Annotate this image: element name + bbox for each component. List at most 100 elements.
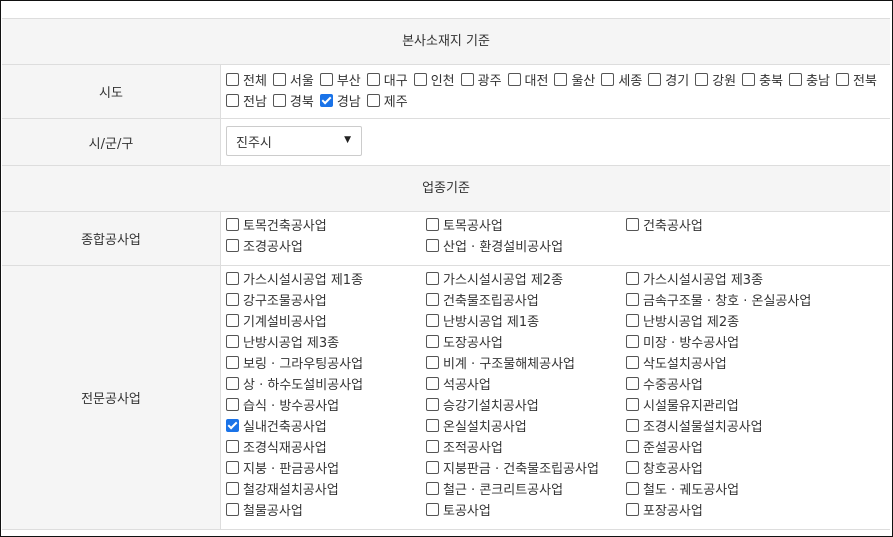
sido-checkbox[interactable]: 경북 bbox=[272, 90, 314, 111]
special-checkbox[interactable]: 조경시설물설치공사업 bbox=[626, 415, 866, 436]
checkbox-icon[interactable] bbox=[426, 356, 439, 369]
special-checkbox[interactable]: 도장공사업 bbox=[426, 331, 626, 352]
checkbox-icon[interactable] bbox=[426, 503, 439, 516]
checkbox-icon[interactable] bbox=[226, 440, 239, 453]
general-checkbox[interactable]: 토목공사업 bbox=[426, 214, 626, 235]
checkbox-icon[interactable] bbox=[426, 314, 439, 327]
special-checkbox[interactable]: 건축물조립공사업 bbox=[426, 289, 626, 310]
special-checkbox[interactable]: 가스시설시공업 제2종 bbox=[426, 268, 626, 289]
checkbox-checked-icon[interactable] bbox=[226, 419, 239, 432]
checkbox-icon[interactable] bbox=[626, 440, 639, 453]
special-checkbox[interactable]: 난방시공업 제1종 bbox=[426, 310, 626, 331]
checkbox-icon[interactable] bbox=[835, 73, 849, 86]
checkbox-icon[interactable] bbox=[626, 218, 639, 231]
checkbox-icon[interactable] bbox=[626, 314, 639, 327]
sido-checkbox[interactable]: 전북 bbox=[835, 69, 877, 90]
special-checkbox[interactable]: 철근 · 콘크리트공사업 bbox=[426, 478, 626, 499]
checkbox-icon[interactable] bbox=[226, 461, 239, 474]
checkbox-icon[interactable] bbox=[626, 293, 639, 306]
checkbox-icon[interactable] bbox=[226, 94, 239, 107]
checkbox-icon[interactable] bbox=[742, 73, 756, 86]
special-checkbox[interactable]: 보링 · 그라우팅공사업 bbox=[226, 352, 426, 373]
checkbox-icon[interactable] bbox=[554, 73, 568, 86]
checkbox-icon[interactable] bbox=[626, 398, 639, 411]
checkbox-icon[interactable] bbox=[426, 419, 439, 432]
special-checkbox[interactable]: 조경식재공사업 bbox=[226, 436, 426, 457]
checkbox-icon[interactable] bbox=[226, 503, 239, 516]
special-checkbox[interactable]: 철강재설치공사업 bbox=[226, 478, 426, 499]
checkbox-icon[interactable] bbox=[366, 94, 380, 107]
general-checkbox[interactable]: 산업 · 환경설비공사업 bbox=[426, 235, 626, 256]
checkbox-icon[interactable] bbox=[695, 73, 709, 86]
checkbox-icon[interactable] bbox=[426, 377, 439, 390]
checkbox-icon[interactable] bbox=[626, 419, 639, 432]
sido-checkbox[interactable]: 서울 bbox=[272, 69, 314, 90]
special-checkbox[interactable]: 습식 · 방수공사업 bbox=[226, 394, 426, 415]
checkbox-icon[interactable] bbox=[648, 73, 662, 86]
sido-checkbox[interactable]: 강원 bbox=[695, 69, 736, 90]
checkbox-icon[interactable] bbox=[226, 272, 239, 285]
checkbox-icon[interactable] bbox=[626, 335, 639, 348]
special-checkbox[interactable]: 삭도설치공사업 bbox=[626, 352, 866, 373]
checkbox-icon[interactable] bbox=[626, 461, 639, 474]
checkbox-icon[interactable] bbox=[426, 239, 439, 252]
checkbox-checked-icon[interactable] bbox=[319, 94, 333, 107]
checkbox-icon[interactable] bbox=[226, 335, 239, 348]
checkbox-icon[interactable] bbox=[319, 73, 333, 86]
checkbox-icon[interactable] bbox=[226, 314, 239, 327]
special-checkbox[interactable]: 포장공사업 bbox=[626, 499, 866, 520]
checkbox-icon[interactable] bbox=[426, 218, 439, 231]
special-checkbox[interactable]: 온실설치공사업 bbox=[426, 415, 626, 436]
sigungu-select[interactable]: 진주시 ▼ bbox=[226, 126, 362, 156]
general-checkbox[interactable]: 토목건축공사업 bbox=[226, 214, 426, 235]
special-checkbox[interactable]: 석공사업 bbox=[426, 373, 626, 394]
special-checkbox[interactable]: 미장 · 방수공사업 bbox=[626, 331, 866, 352]
sido-checkbox[interactable]: 세종 bbox=[601, 69, 642, 90]
checkbox-icon[interactable] bbox=[626, 272, 639, 285]
special-checkbox[interactable]: 지붕판금 · 건축물조립공사업 bbox=[426, 457, 626, 478]
sido-checkbox[interactable]: 인천 bbox=[413, 69, 455, 90]
checkbox-icon[interactable] bbox=[226, 239, 239, 252]
checkbox-icon[interactable] bbox=[626, 356, 639, 369]
special-checkbox[interactable]: 가스시설시공업 제1종 bbox=[226, 268, 426, 289]
general-checkbox[interactable]: 건축공사업 bbox=[626, 214, 866, 235]
sido-checkbox[interactable]: 충남 bbox=[789, 69, 830, 90]
special-checkbox[interactable]: 준설공사업 bbox=[626, 436, 866, 457]
checkbox-icon[interactable] bbox=[789, 73, 803, 86]
checkbox-icon[interactable] bbox=[226, 398, 239, 411]
checkbox-icon[interactable] bbox=[626, 377, 639, 390]
sido-checkbox[interactable]: 전체 bbox=[226, 69, 267, 90]
special-checkbox[interactable]: 토공사업 bbox=[426, 499, 626, 520]
special-checkbox[interactable]: 상 · 하수도설비공사업 bbox=[226, 373, 426, 394]
special-checkbox[interactable]: 가스시설시공업 제3종 bbox=[626, 268, 866, 289]
special-checkbox[interactable]: 수중공사업 bbox=[626, 373, 866, 394]
special-checkbox[interactable]: 철도 · 궤도공사업 bbox=[626, 478, 866, 499]
checkbox-icon[interactable] bbox=[626, 503, 639, 516]
checkbox-icon[interactable] bbox=[226, 377, 239, 390]
sido-checkbox[interactable]: 울산 bbox=[554, 69, 595, 90]
checkbox-icon[interactable] bbox=[426, 440, 439, 453]
checkbox-icon[interactable] bbox=[272, 94, 286, 107]
special-checkbox[interactable]: 실내건축공사업 bbox=[226, 415, 426, 436]
checkbox-icon[interactable] bbox=[226, 73, 239, 86]
sido-checkbox[interactable]: 광주 bbox=[460, 69, 502, 90]
sido-checkbox[interactable]: 대구 bbox=[366, 69, 408, 90]
general-checkbox[interactable]: 조경공사업 bbox=[226, 235, 426, 256]
checkbox-icon[interactable] bbox=[226, 293, 239, 306]
checkbox-icon[interactable] bbox=[366, 73, 380, 86]
sido-checkbox[interactable]: 경남 bbox=[319, 90, 361, 111]
checkbox-icon[interactable] bbox=[626, 482, 639, 495]
special-checkbox[interactable]: 강구조물공사업 bbox=[226, 289, 426, 310]
special-checkbox[interactable]: 지붕 · 판금공사업 bbox=[226, 457, 426, 478]
special-checkbox[interactable]: 창호공사업 bbox=[626, 457, 866, 478]
checkbox-icon[interactable] bbox=[426, 272, 439, 285]
checkbox-icon[interactable] bbox=[507, 73, 521, 86]
checkbox-icon[interactable] bbox=[460, 73, 474, 86]
special-checkbox[interactable]: 조적공사업 bbox=[426, 436, 626, 457]
sido-checkbox[interactable]: 대전 bbox=[507, 69, 548, 90]
checkbox-icon[interactable] bbox=[226, 218, 239, 231]
checkbox-icon[interactable] bbox=[601, 73, 615, 86]
checkbox-icon[interactable] bbox=[413, 73, 427, 86]
sido-checkbox[interactable]: 충북 bbox=[742, 69, 783, 90]
checkbox-icon[interactable] bbox=[272, 73, 286, 86]
